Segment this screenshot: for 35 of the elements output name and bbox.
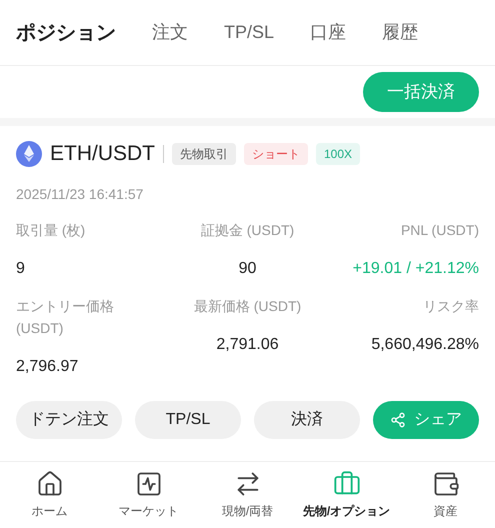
share-icon: [390, 412, 406, 428]
tag: 100X: [316, 142, 360, 165]
stat-value: +19.01 / +21.12%: [352, 258, 479, 278]
stat-label: エントリー価格 (USDT): [16, 296, 115, 338]
stat-label: 最新価格 (USDT): [194, 296, 302, 316]
stat-label: リスク率: [422, 296, 479, 316]
stat-value: 2,796.97: [16, 356, 78, 376]
stat-label: PNL (USDT): [400, 220, 479, 240]
nav-item[interactable]: 現物/両替: [198, 470, 297, 520]
stat-label: 証拠金 (USDT): [200, 220, 294, 240]
tab[interactable]: 履歴: [382, 19, 418, 46]
tag: 先物取引: [172, 142, 236, 165]
nav-item[interactable]: 先物/オプション: [297, 470, 396, 520]
action-button[interactable]: 決済: [254, 400, 360, 438]
tab[interactable]: 口座: [310, 19, 346, 46]
nav-item[interactable]: マーケット: [99, 470, 198, 520]
stat-label: 取引量 (枚): [16, 220, 86, 240]
action-button[interactable]: ドテン注文: [16, 400, 122, 438]
stat-value: 2,791.06: [216, 334, 279, 354]
stat-value: 90: [238, 258, 256, 278]
tab[interactable]: TP/SL: [224, 19, 274, 46]
home-icon: [36, 470, 64, 498]
stat-value: 5,660,496.28%: [371, 334, 479, 354]
action-button[interactable]: TP/SL: [135, 400, 241, 438]
chart-icon: [134, 470, 162, 498]
tab[interactable]: ポジション: [16, 18, 116, 48]
timestamp: 2025/11/23 16:41:57: [16, 184, 144, 204]
nav-item[interactable]: ホーム: [0, 470, 99, 520]
symbol: ETH/USDT: [50, 141, 155, 167]
wallet-icon: [432, 470, 460, 498]
nav-item[interactable]: 資産: [396, 470, 495, 520]
ethereum-icon: [16, 140, 42, 167]
stat-value: 9: [16, 258, 25, 278]
tag: ショート: [244, 142, 308, 165]
tab[interactable]: 注文: [152, 19, 188, 46]
